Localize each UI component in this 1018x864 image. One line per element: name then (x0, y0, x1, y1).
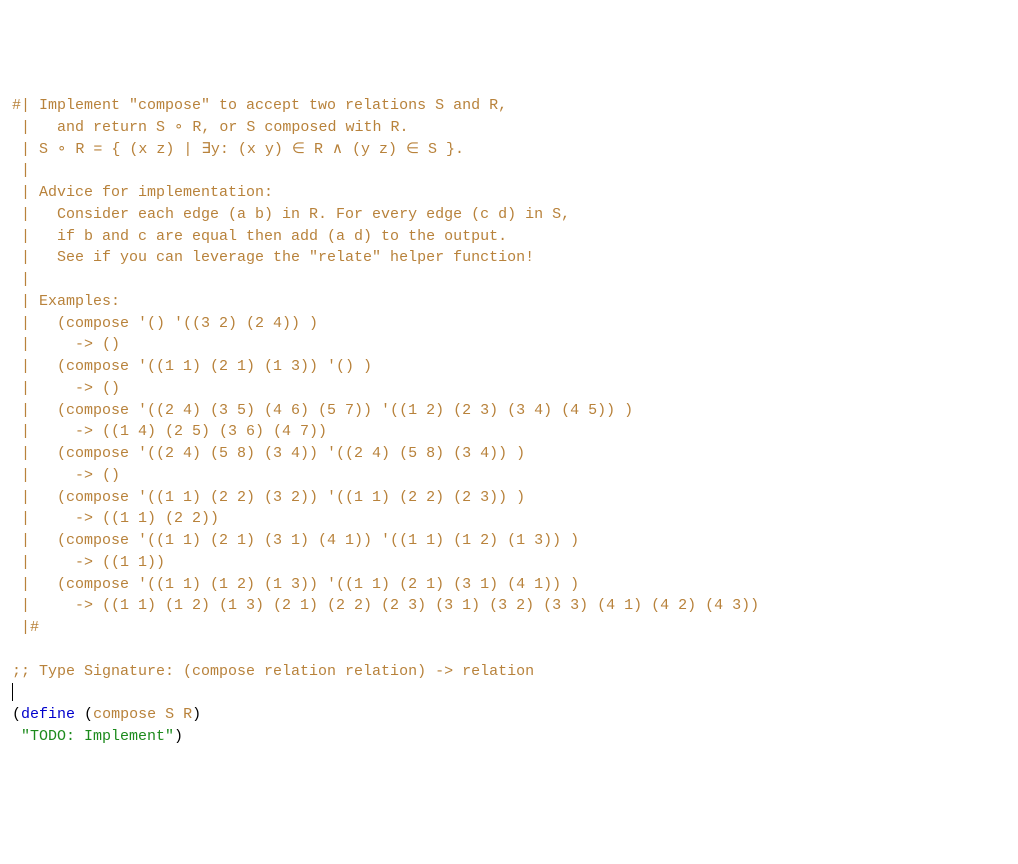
comment-line: | See if you can leverage the "relate" h… (12, 247, 1006, 269)
string-literal: "TODO: Implement" (21, 728, 174, 745)
code-block: #| Implement "compose" to accept two rel… (12, 95, 1006, 748)
comment-line: |# (12, 617, 1006, 639)
comment-line: | -> ((1 1) (1 2) (1 3) (2 1) (2 2) (2 3… (12, 595, 1006, 617)
comment-line: | -> ((1 4) (2 5) (3 6) (4 7)) (12, 421, 1006, 443)
comment-line: | if b and c are equal then add (a d) to… (12, 226, 1006, 248)
comment-line: | (compose '((1 1) (2 2) (3 2)) '((1 1) … (12, 487, 1006, 509)
comment-line: ;; Type Signature: (compose relation rel… (12, 661, 1006, 683)
define-line: (define (compose S R) (12, 704, 1006, 726)
comment-line: | (compose '((1 1) (1 2) (1 3)) '((1 1) … (12, 574, 1006, 596)
comment-line: | and return S ∘ R, or S composed with R… (12, 117, 1006, 139)
comment-line: | (12, 269, 1006, 291)
body-line: "TODO: Implement") (12, 726, 1006, 748)
open-paren: ( (12, 706, 21, 723)
blank-line (12, 639, 1006, 661)
comment-line: | S ∘ R = { (x z) | ∃y: (x y) ∈ R ∧ (y z… (12, 139, 1006, 161)
open-paren: ( (84, 706, 93, 723)
comment-line: | -> () (12, 334, 1006, 356)
comment-line: | -> () (12, 378, 1006, 400)
close-paren: ) (174, 728, 183, 745)
comment-line: | -> ((1 1)) (12, 552, 1006, 574)
comment-line: | Consider each edge (a b) in R. For eve… (12, 204, 1006, 226)
keyword-define: define (21, 706, 75, 723)
comment-line: #| Implement "compose" to accept two rel… (12, 95, 1006, 117)
text-cursor (12, 683, 13, 701)
comment-line: | Advice for implementation: (12, 182, 1006, 204)
comment-line: | -> () (12, 465, 1006, 487)
comment-line: | (compose '((2 4) (3 5) (4 6) (5 7)) '(… (12, 400, 1006, 422)
func-name: compose (93, 706, 156, 723)
param: S (165, 706, 174, 723)
param: R (183, 706, 192, 723)
comment-line: | (12, 160, 1006, 182)
comment-line: | (compose '() '((3 2) (2 4)) ) (12, 313, 1006, 335)
comment-line: | (compose '((1 1) (2 1) (1 3)) '() ) (12, 356, 1006, 378)
comment-line: | -> ((1 1) (2 2)) (12, 508, 1006, 530)
comment-line: | Examples: (12, 291, 1006, 313)
cursor-line[interactable] (12, 682, 1006, 704)
close-paren: ) (192, 706, 201, 723)
comment-line: | (compose '((2 4) (5 8) (3 4)) '((2 4) … (12, 443, 1006, 465)
comment-line: | (compose '((1 1) (2 1) (3 1) (4 1)) '(… (12, 530, 1006, 552)
